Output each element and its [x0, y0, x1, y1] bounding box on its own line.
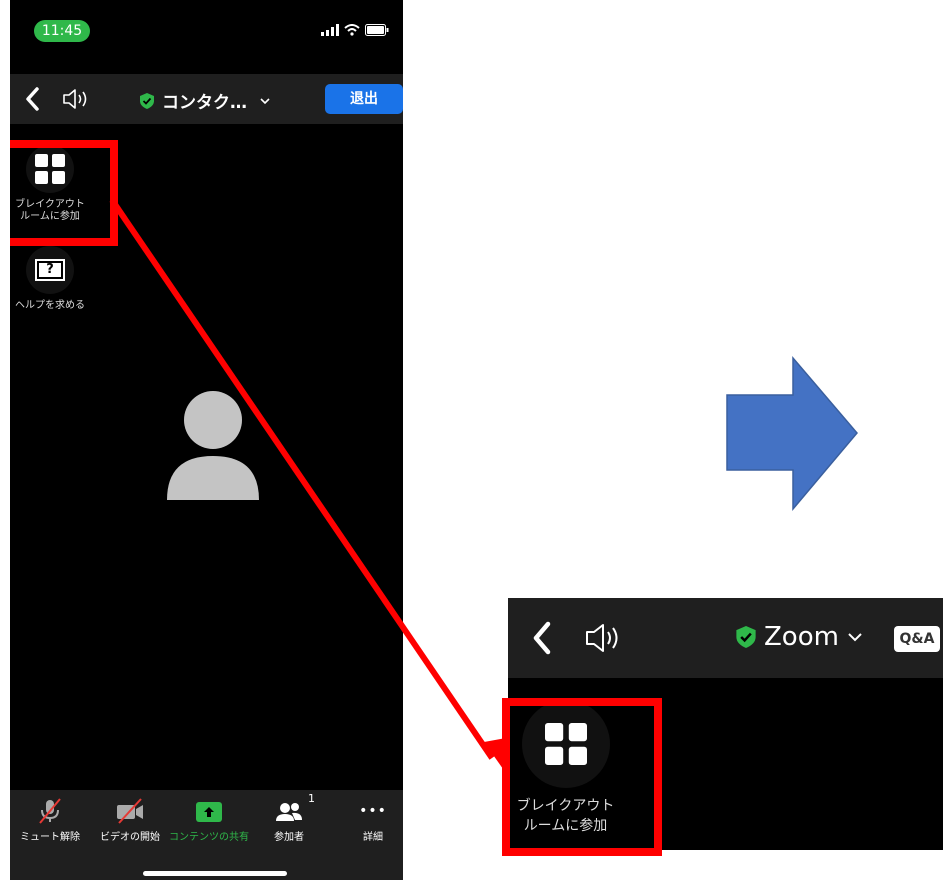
connector-line [109, 198, 495, 760]
right-arrow-icon [726, 355, 858, 512]
connector-arrowhead [484, 738, 508, 776]
annotation-overlay [109, 198, 858, 776]
